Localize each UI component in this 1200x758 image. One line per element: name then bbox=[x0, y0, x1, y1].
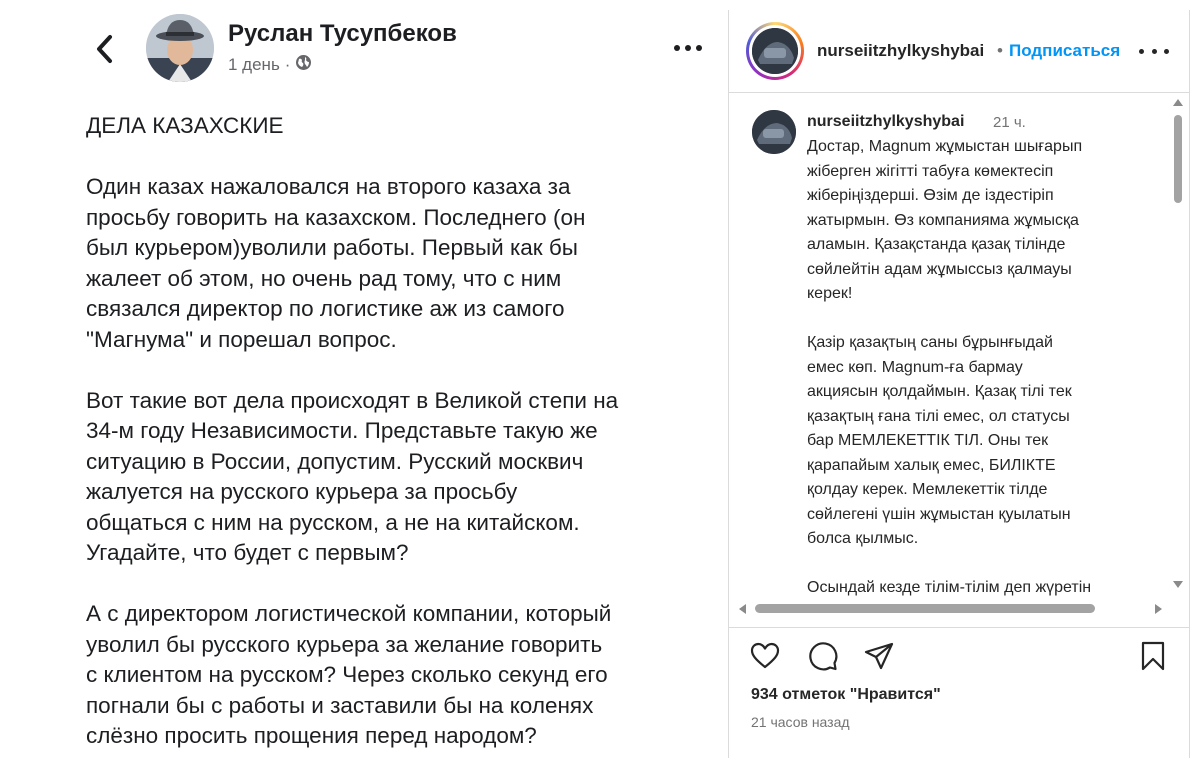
profile-avatar bbox=[752, 28, 798, 74]
post-text-line: Угадайте, что будет с первым? bbox=[86, 540, 409, 565]
post-meta: 1 день · bbox=[228, 54, 312, 76]
post-text-line: слёзно просить прощения перед народом? bbox=[86, 723, 537, 748]
caption-line: Достар, Magnum жұмыстан шығарып bbox=[807, 138, 1083, 155]
follow-button[interactable]: Подписаться bbox=[1009, 41, 1120, 61]
share-icon[interactable] bbox=[863, 640, 895, 672]
post-text-line: А с директором логистической компании, к… bbox=[86, 601, 612, 626]
scroll-down-arrow[interactable] bbox=[1173, 581, 1183, 588]
back-arrow-icon[interactable] bbox=[90, 32, 120, 66]
caption-line: қазақтың ғана тілі емес, ол статусы bbox=[807, 407, 1070, 425]
caption-scroll-area[interactable]: nurseiitzhylkyshybai 21 ч. Достар, Magnu… bbox=[729, 93, 1189, 620]
more-options-icon[interactable] bbox=[1139, 46, 1169, 56]
caption-line: жіберіңіздерші. Өзім де іздестіріп bbox=[807, 187, 1054, 204]
post-time[interactable]: 1 день bbox=[228, 55, 280, 75]
post-text-line: "Магнума" и порешал вопрос. bbox=[86, 326, 397, 352]
bookmark-icon[interactable] bbox=[1137, 640, 1169, 672]
caption-line: емес көп. Magnum-ға бармау bbox=[807, 358, 1023, 376]
instagram-post: nurseiitzhylkyshybai • Подписаться nurse… bbox=[728, 10, 1190, 758]
header-username[interactable]: nurseiitzhylkyshybai bbox=[817, 41, 984, 61]
globe-icon bbox=[295, 54, 312, 76]
caption-line: болса қылмыс. bbox=[807, 530, 919, 547]
post-text-line: Вот такие вот дела происходят в Великой … bbox=[86, 387, 619, 413]
instagram-header: nurseiitzhylkyshybai • Подписаться bbox=[729, 10, 1189, 93]
caption-line: бар МЕМЛЕКЕТТІК ТІЛ. Оны тек bbox=[807, 432, 1049, 449]
post-text-line: ситуацию в России, допустим. Русский мос… bbox=[86, 448, 584, 474]
post-text-line: с клиентом на русском? Через сколько сек… bbox=[86, 662, 608, 687]
heart-icon[interactable] bbox=[749, 640, 781, 672]
caption-line: қарапайым халық емес, БИЛІКТЕ bbox=[807, 456, 1056, 474]
caption-line: жіберген жігітті табуға көмектесіп bbox=[807, 162, 1054, 180]
author-name[interactable]: Руслан Тусупбеков bbox=[228, 20, 457, 48]
scroll-right-arrow[interactable] bbox=[1155, 604, 1162, 614]
comment-avatar[interactable] bbox=[752, 110, 796, 154]
vertical-scrollbar-thumb[interactable] bbox=[1174, 115, 1182, 203]
caption-line: акциясын қолдаймын. Қазақ тілі тек bbox=[807, 383, 1072, 400]
header-separator: • bbox=[997, 41, 1003, 60]
story-ring[interactable] bbox=[746, 22, 804, 80]
post-text-line: ДЕЛА КАЗАХСКИЕ bbox=[86, 113, 284, 138]
author-avatar[interactable] bbox=[146, 14, 214, 82]
horizontal-scrollbar-thumb[interactable] bbox=[755, 604, 1095, 613]
divider bbox=[729, 627, 1189, 628]
post-text-line: жалеет об этом, но очень рад тому, что с… bbox=[86, 265, 562, 291]
caption-line: аламын. Қазақстанда қазақ тілінде bbox=[807, 236, 1066, 253]
meta-separator: · bbox=[284, 55, 291, 74]
facebook-post: Руслан Тусупбеков 1 день · ДЕЛА КАЗАХСКИ… bbox=[66, 10, 728, 758]
post-text-line: просьбу говорить на казахском. Последнег… bbox=[86, 204, 586, 230]
caption-line: сөйлейтін адам жұмыссыз қалмауы bbox=[807, 260, 1072, 278]
comment-icon[interactable] bbox=[807, 640, 839, 672]
post-text-line: был курьером)уволили работы. Первый как … bbox=[86, 235, 578, 260]
caption-line: керек! bbox=[807, 285, 853, 302]
caption-line: жатырмын. Өз компанияма жұмысқа bbox=[807, 211, 1079, 229]
scroll-left-arrow[interactable] bbox=[739, 604, 746, 614]
likes-count[interactable]: 934 отметок "Нравится" bbox=[751, 686, 941, 704]
post-text-line: общаться с ним на русском, а не на китай… bbox=[86, 509, 580, 535]
post-text-line: связался директор по логистике аж из сам… bbox=[86, 296, 565, 321]
post-text-line: 34-м году Независимости. Представьте так… bbox=[86, 418, 598, 443]
caption-line: Осындай кезде тілім-тілім деп жүретін bbox=[807, 579, 1092, 596]
caption-line: қолдау керек. Мемлекеттік тілде bbox=[807, 481, 1048, 498]
post-text-line: Один казах нажаловался на второго казаха… bbox=[86, 174, 571, 199]
caption-line: сөйлегені үшін жұмыстан қуылатын bbox=[807, 505, 1071, 523]
comment-username[interactable]: nurseiitzhylkyshybai bbox=[807, 113, 964, 131]
post-text-line: жалуется на русского курьера за просьбу bbox=[86, 479, 518, 504]
post-text-line: уволил бы русского курьера за желание го… bbox=[86, 631, 603, 657]
comment-time[interactable]: 21 ч. bbox=[993, 114, 1026, 131]
post-text-line: погнали бы с работы и заставили бы на ко… bbox=[86, 692, 594, 718]
caption-line: Қазір қазақтың саны бұрынғыдай bbox=[807, 334, 1053, 351]
caption-text: Достар, Magnum жұмыстан шығарып жіберген … bbox=[807, 135, 1152, 601]
scroll-up-arrow[interactable] bbox=[1173, 99, 1183, 106]
more-options-icon[interactable] bbox=[668, 38, 708, 58]
post-text: ДЕЛА КАЗАХСКИЕ Один казах нажаловался на … bbox=[86, 111, 726, 752]
post-age[interactable]: 21 часов назад bbox=[751, 714, 850, 730]
